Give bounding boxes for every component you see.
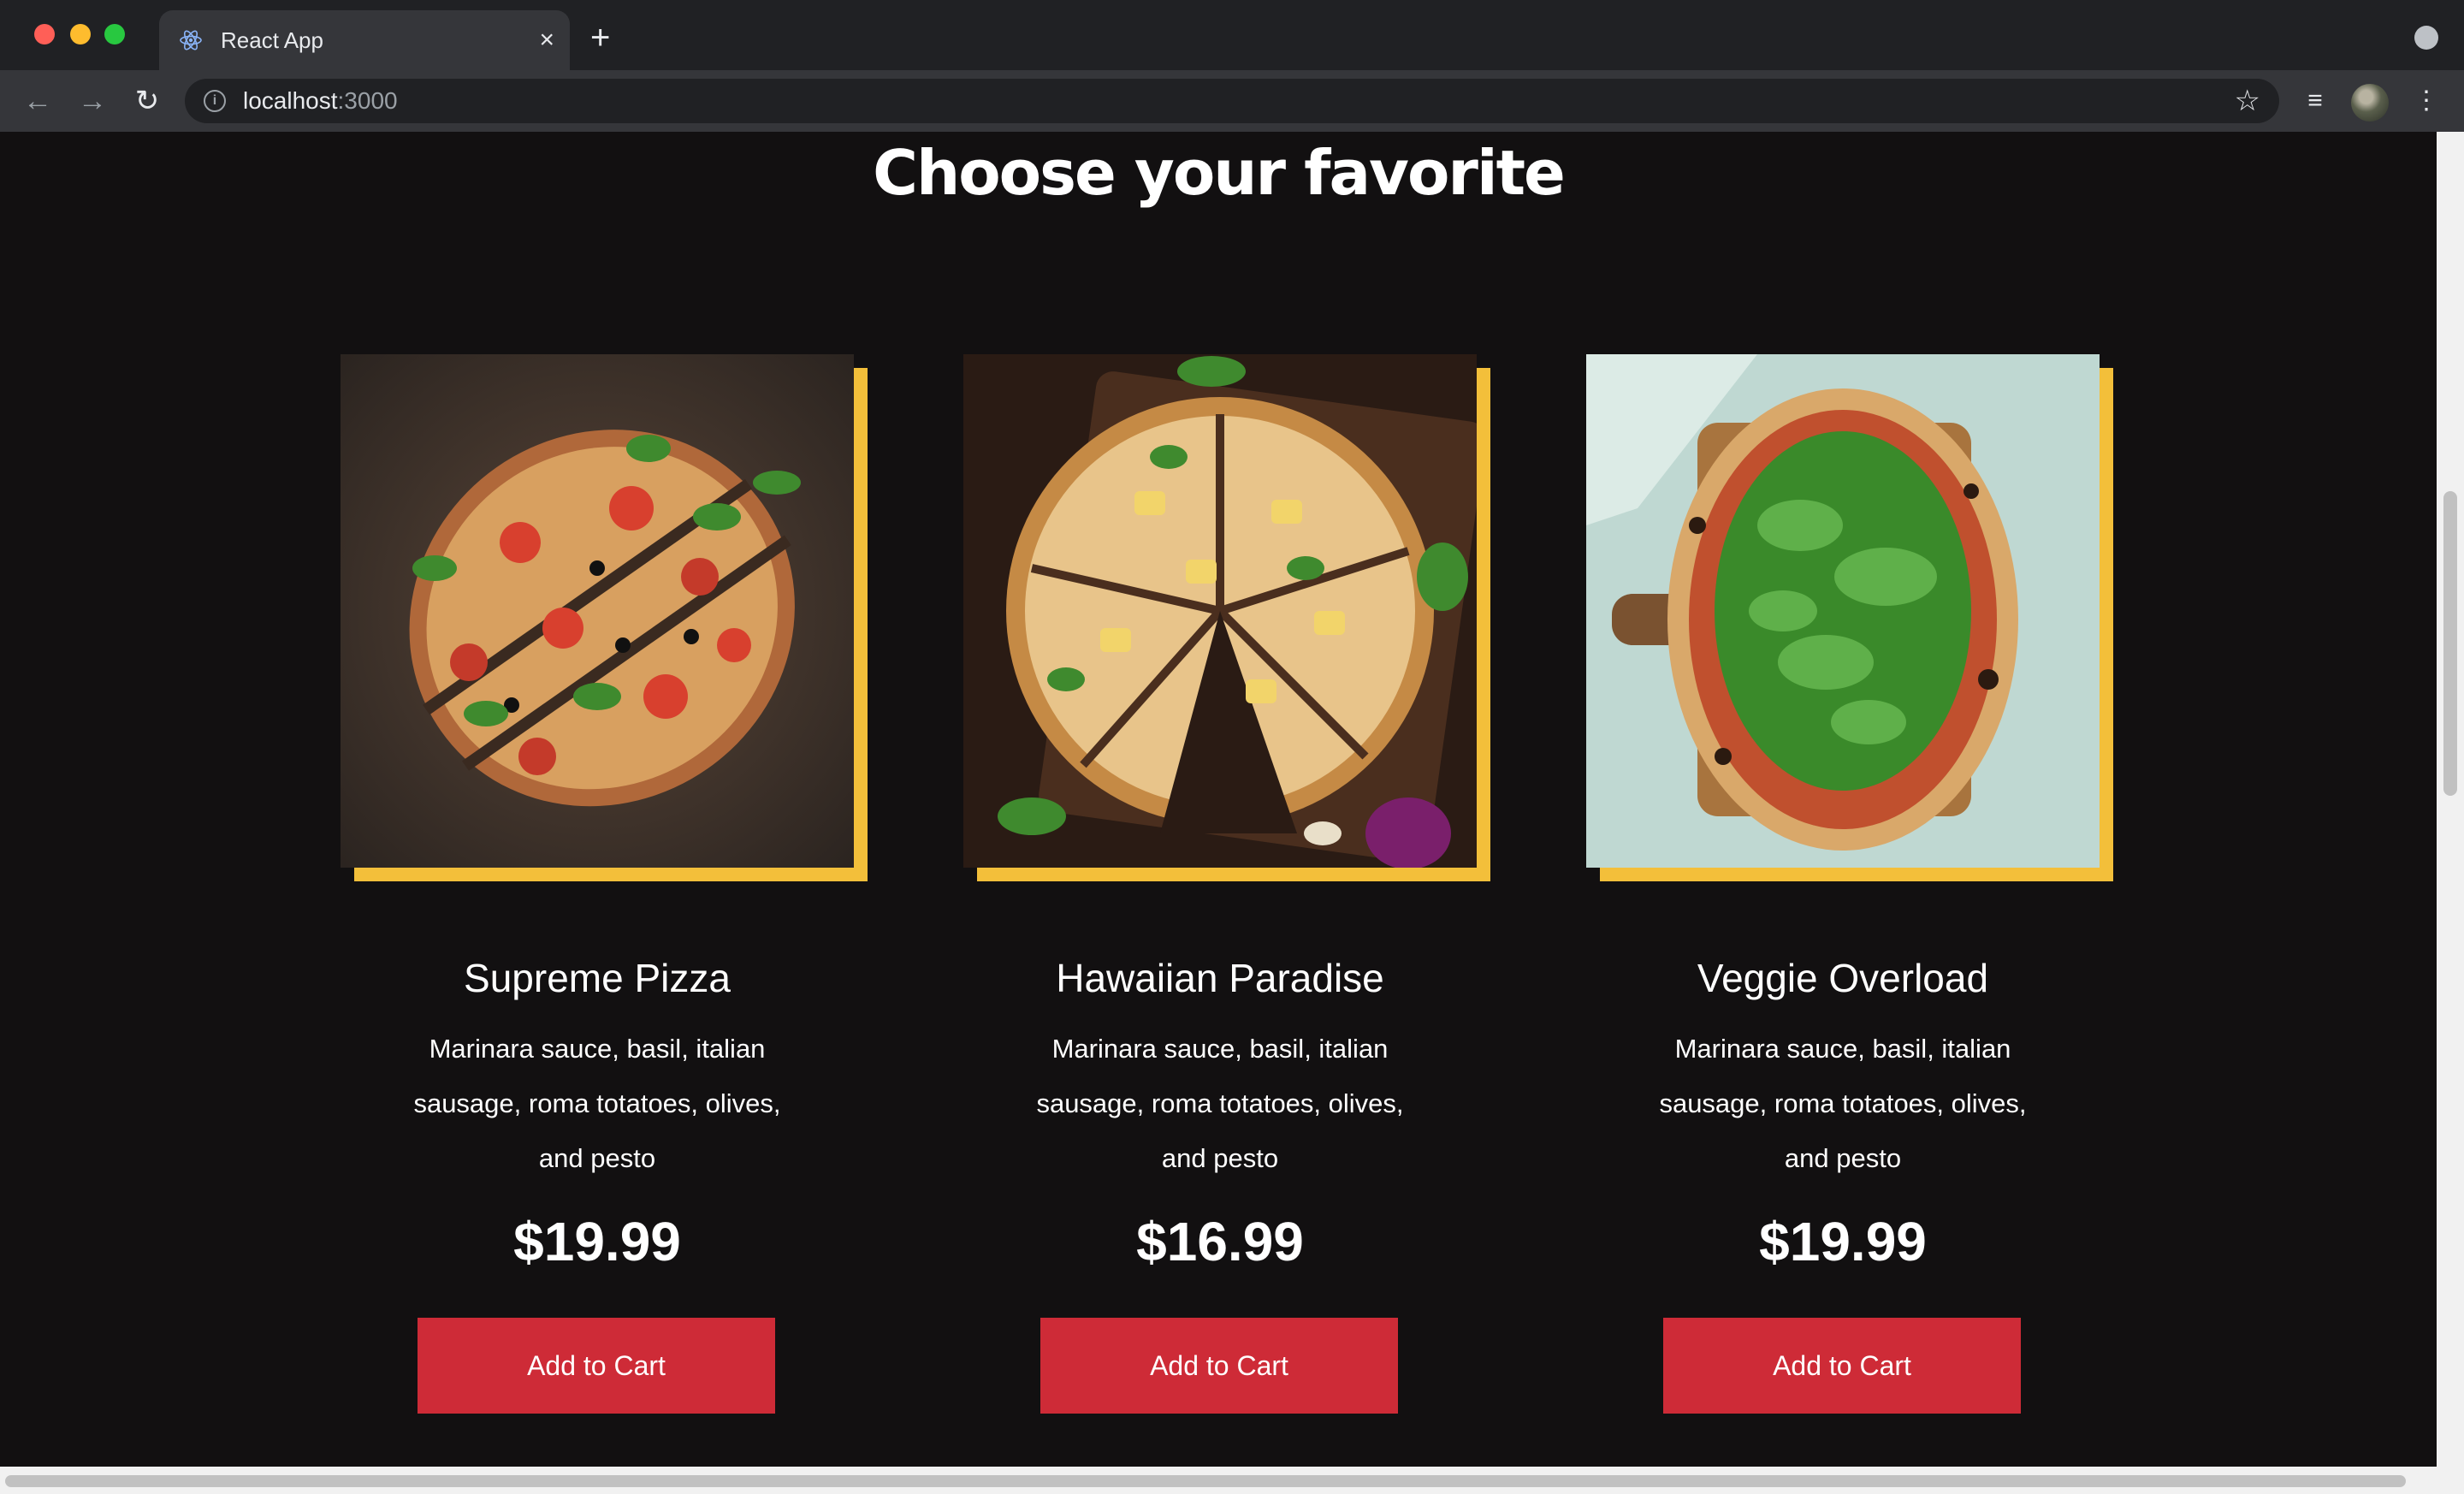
media-queue-icon[interactable]: ≡ bbox=[2296, 82, 2334, 120]
url-text[interactable]: localhost:3000 bbox=[243, 86, 398, 116]
browser-toolbar: ← → ↻ i localhost:3000 ☆ ≡ ⋮ bbox=[0, 70, 2464, 132]
product-description: Marinara sauce, basil, italian sausage, … bbox=[413, 1034, 781, 1173]
product-image-frame bbox=[1586, 354, 2113, 881]
tab-search-icon[interactable] bbox=[2414, 26, 2438, 50]
reload-icon[interactable]: ↻ bbox=[128, 82, 166, 120]
close-window-button[interactable] bbox=[34, 24, 55, 44]
react-logo-icon bbox=[180, 30, 202, 50]
product-image-frame bbox=[341, 354, 868, 881]
horizontal-scrollbar[interactable] bbox=[0, 1467, 2464, 1494]
maximize-window-button[interactable] bbox=[104, 24, 125, 44]
browser-tab-bar: React App × + bbox=[0, 0, 2464, 70]
minimize-window-button[interactable] bbox=[70, 24, 91, 44]
add-to-cart-button[interactable]: Add to Cart bbox=[1040, 1318, 1398, 1414]
add-to-cart-button[interactable]: Add to Cart bbox=[1663, 1318, 2021, 1414]
new-tab-button[interactable]: + bbox=[590, 21, 610, 55]
product-image-frame bbox=[963, 354, 1490, 881]
product-name: Supreme Pizza bbox=[464, 956, 731, 1000]
vertical-scrollbar[interactable] bbox=[2437, 132, 2464, 1467]
avatar[interactable] bbox=[2351, 84, 2389, 122]
product-description: Marinara sauce, basil, italian sausage, … bbox=[1036, 1034, 1404, 1173]
url-port: :3000 bbox=[337, 87, 398, 114]
address-bar[interactable]: i localhost:3000 ☆ bbox=[185, 79, 2279, 123]
tab-close-icon[interactable]: × bbox=[539, 26, 554, 55]
product-name: Veggie Overload bbox=[1697, 956, 1989, 1000]
browser-tab[interactable]: React App × bbox=[159, 10, 570, 70]
vertical-scroll-thumb[interactable] bbox=[2443, 491, 2457, 796]
page-heading: Choose your favorite bbox=[873, 137, 1566, 209]
product-price: $19.99 bbox=[513, 1211, 681, 1272]
menu-dots-icon[interactable]: ⋮ bbox=[2408, 82, 2445, 120]
info-icon[interactable]: i bbox=[204, 90, 226, 112]
horizontal-scroll-thumb[interactable] bbox=[5, 1475, 2406, 1487]
tab-title: React App bbox=[221, 27, 323, 53]
forward-arrow-icon[interactable]: → bbox=[74, 82, 111, 120]
product-price: $19.99 bbox=[1759, 1211, 1927, 1272]
product-image bbox=[1586, 354, 2100, 868]
product-image bbox=[963, 354, 1477, 868]
product-name: Hawaiian Paradise bbox=[1056, 956, 1384, 1000]
product-description: Marinara sauce, basil, italian sausage, … bbox=[1659, 1034, 2027, 1173]
url-host: localhost bbox=[243, 87, 338, 114]
page-content: Choose your favorite Supreme Pizza Marin… bbox=[0, 132, 2437, 1467]
product-image bbox=[341, 354, 854, 868]
product-price: $16.99 bbox=[1136, 1211, 1304, 1272]
back-arrow-icon[interactable]: ← bbox=[19, 82, 56, 120]
star-icon[interactable]: ☆ bbox=[2235, 84, 2260, 118]
add-to-cart-button[interactable]: Add to Cart bbox=[418, 1318, 775, 1414]
